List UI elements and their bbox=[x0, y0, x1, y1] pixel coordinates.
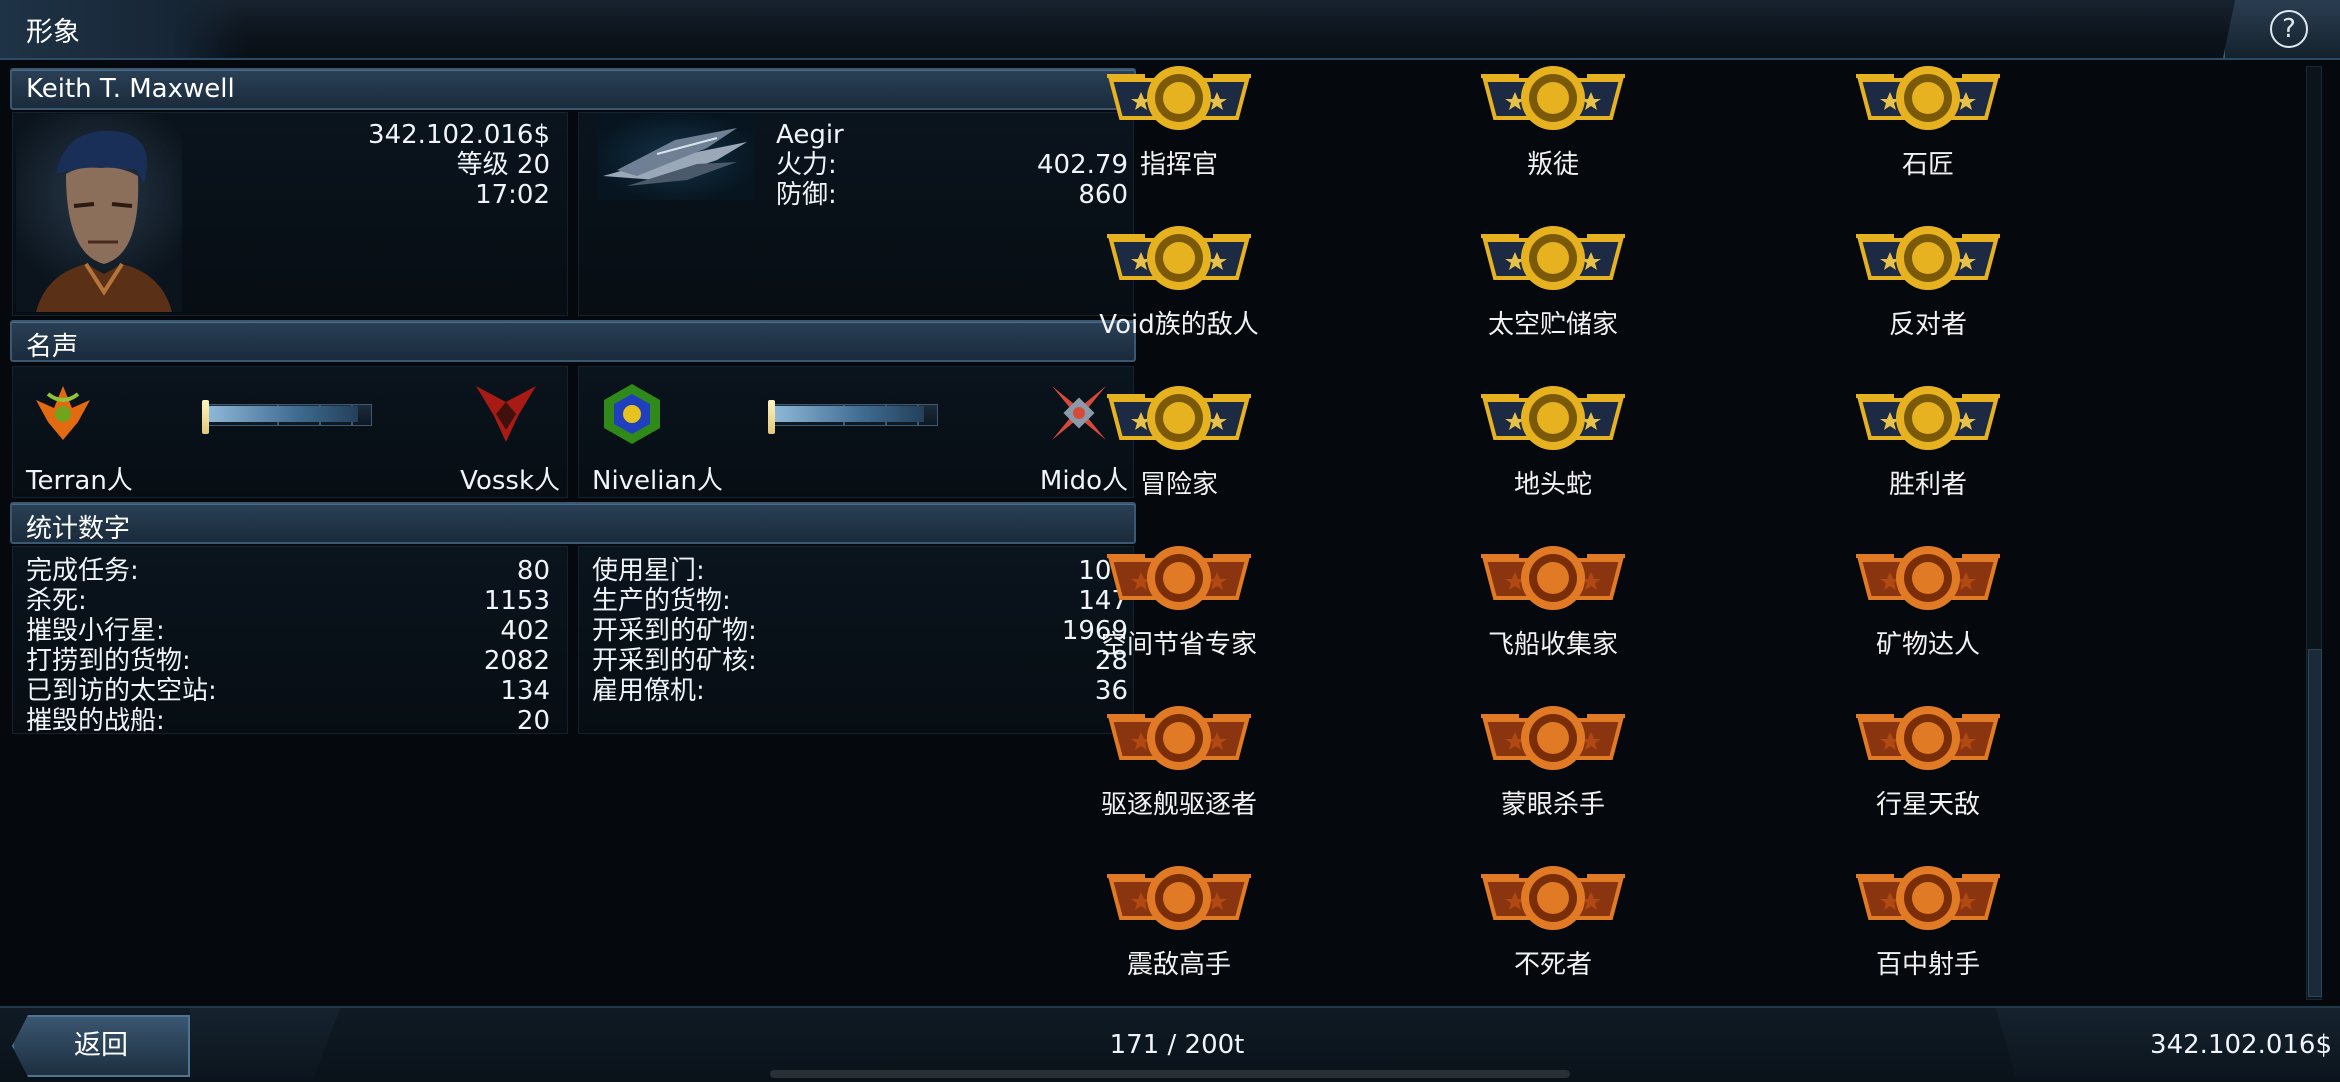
medal-gold[interactable]: 石匠 bbox=[1788, 62, 2068, 212]
stat-label: 雇用僚机: bbox=[592, 676, 705, 706]
stat-value: 134 bbox=[500, 676, 550, 706]
medal-gold[interactable]: 太空贮储家 bbox=[1413, 222, 1693, 372]
medal-bronze[interactable]: 驱逐舰驱逐者 bbox=[1039, 702, 1319, 852]
reputation-bar-nivelian-mido bbox=[768, 400, 938, 434]
medal-bronze[interactable]: 矿物达人 bbox=[1788, 542, 2068, 692]
footer-credits: 342.102.016$ bbox=[2150, 1030, 2332, 1060]
medal-label: Void族的敌人 bbox=[1099, 310, 1259, 340]
stat-value: 20 bbox=[516, 706, 550, 736]
stat-label: 生产的货物: bbox=[592, 586, 731, 616]
stat-label: 杀死: bbox=[26, 586, 87, 616]
medal-label: 指挥官 bbox=[1139, 150, 1218, 180]
medal-label: 胜利者 bbox=[1888, 470, 1967, 500]
top-bar: 形象 ? bbox=[0, 0, 2340, 60]
nivelian-emblem-icon bbox=[604, 384, 660, 444]
play-time: 17:02 bbox=[475, 180, 550, 210]
medal-label: 飞船收集家 bbox=[1487, 630, 1618, 660]
faction-nivelian: Nivelian人 bbox=[592, 466, 723, 496]
player-credits: 342.102.016$ bbox=[368, 120, 550, 150]
faction-terran: Terran人 bbox=[26, 466, 133, 496]
home-indicator bbox=[770, 1070, 1570, 1078]
firepower-label: 火力: bbox=[776, 150, 837, 180]
reputation-bar-terran-vossk bbox=[202, 400, 372, 434]
medal-bronze[interactable]: 行星天敌 bbox=[1788, 702, 2068, 852]
stat-value: 80 bbox=[516, 556, 550, 586]
reputation-title: 名声 bbox=[26, 332, 79, 362]
player-name: Keith T. Maxwell bbox=[26, 74, 235, 104]
medal-bronze[interactable]: 震敌高手 bbox=[1039, 862, 1319, 1012]
medal-label: 矿物达人 bbox=[1875, 630, 1980, 660]
medal-gold[interactable]: 冒险家 bbox=[1039, 382, 1319, 532]
stat-label: 已到访的太空站: bbox=[26, 676, 217, 706]
medal-label: 太空贮储家 bbox=[1487, 310, 1618, 340]
medal-gold[interactable]: Void族的敌人 bbox=[1039, 222, 1319, 372]
stat-value: 1153 bbox=[483, 586, 550, 616]
defense-label: 防御: bbox=[776, 180, 837, 210]
faction-vossk: Vossk人 bbox=[460, 466, 560, 496]
medal-label: 行星天敌 bbox=[1875, 790, 1980, 820]
vossk-emblem-icon bbox=[476, 386, 536, 442]
medal-label: 蒙眼杀手 bbox=[1500, 790, 1605, 820]
medal-scrollbar[interactable] bbox=[2306, 66, 2322, 1000]
stat-value: 402 bbox=[500, 616, 550, 646]
help-button[interactable]: ? bbox=[2223, 0, 2340, 58]
medal-bronze[interactable]: 百中射手 bbox=[1788, 862, 2068, 1012]
stats-title: 统计数字 bbox=[26, 514, 131, 544]
stat-value: 2082 bbox=[483, 646, 550, 676]
stat-label: 摧毁小行星: bbox=[26, 616, 165, 646]
medal-label: 地头蛇 bbox=[1513, 470, 1592, 500]
terran-emblem-icon bbox=[36, 386, 90, 440]
reputation-header: 名声 bbox=[10, 320, 1136, 362]
medal-label: 百中射手 bbox=[1875, 950, 1980, 980]
medal-gold[interactable]: 指挥官 bbox=[1039, 62, 1319, 212]
profile-header: Keith T. Maxwell bbox=[10, 68, 1136, 110]
medal-label: 空间节省专家 bbox=[1100, 630, 1257, 660]
medal-label: 驱逐舰驱逐者 bbox=[1100, 790, 1257, 820]
help-icon: ? bbox=[2270, 10, 2308, 48]
medal-label: 反对者 bbox=[1888, 310, 1967, 340]
stat-label: 完成任务: bbox=[26, 556, 139, 586]
page-title: 形象 bbox=[26, 17, 80, 48]
medal-label: 石匠 bbox=[1901, 150, 1954, 180]
ship-image bbox=[597, 114, 755, 200]
medal-gold[interactable]: 地头蛇 bbox=[1413, 382, 1693, 532]
medal-label: 震敌高手 bbox=[1126, 950, 1231, 980]
medal-label: 不死者 bbox=[1513, 950, 1592, 980]
stats-header: 统计数字 bbox=[10, 502, 1136, 544]
player-level: 等级 20 bbox=[456, 150, 550, 180]
stat-label: 使用星门: bbox=[592, 556, 705, 586]
stat-label: 开采到的矿物: bbox=[592, 616, 757, 646]
medal-label: 叛徒 bbox=[1526, 150, 1579, 180]
cargo-capacity: 171 / 200t bbox=[1109, 1030, 1245, 1060]
medal-bronze[interactable]: 蒙眼杀手 bbox=[1413, 702, 1693, 852]
medal-bronze[interactable]: 飞船收集家 bbox=[1413, 542, 1693, 692]
medal-gold[interactable]: 叛徒 bbox=[1413, 62, 1693, 212]
stat-label: 开采到的矿核: bbox=[592, 646, 757, 676]
medal-bronze[interactable]: 空间节省专家 bbox=[1039, 542, 1319, 692]
scrollbar-thumb[interactable] bbox=[2308, 649, 2322, 997]
ship-name: Aegir bbox=[776, 120, 844, 150]
stat-label: 摧毁的战船: bbox=[26, 706, 165, 736]
medal-bronze[interactable]: 不死者 bbox=[1413, 862, 1693, 1012]
back-button[interactable]: 返回 bbox=[12, 1015, 190, 1077]
medal-label: 冒险家 bbox=[1139, 470, 1218, 500]
medal-gold[interactable]: 胜利者 bbox=[1788, 382, 2068, 532]
stat-label: 打捞到的货物: bbox=[26, 646, 191, 676]
player-portrait bbox=[16, 114, 182, 312]
medal-gold[interactable]: 反对者 bbox=[1788, 222, 2068, 372]
